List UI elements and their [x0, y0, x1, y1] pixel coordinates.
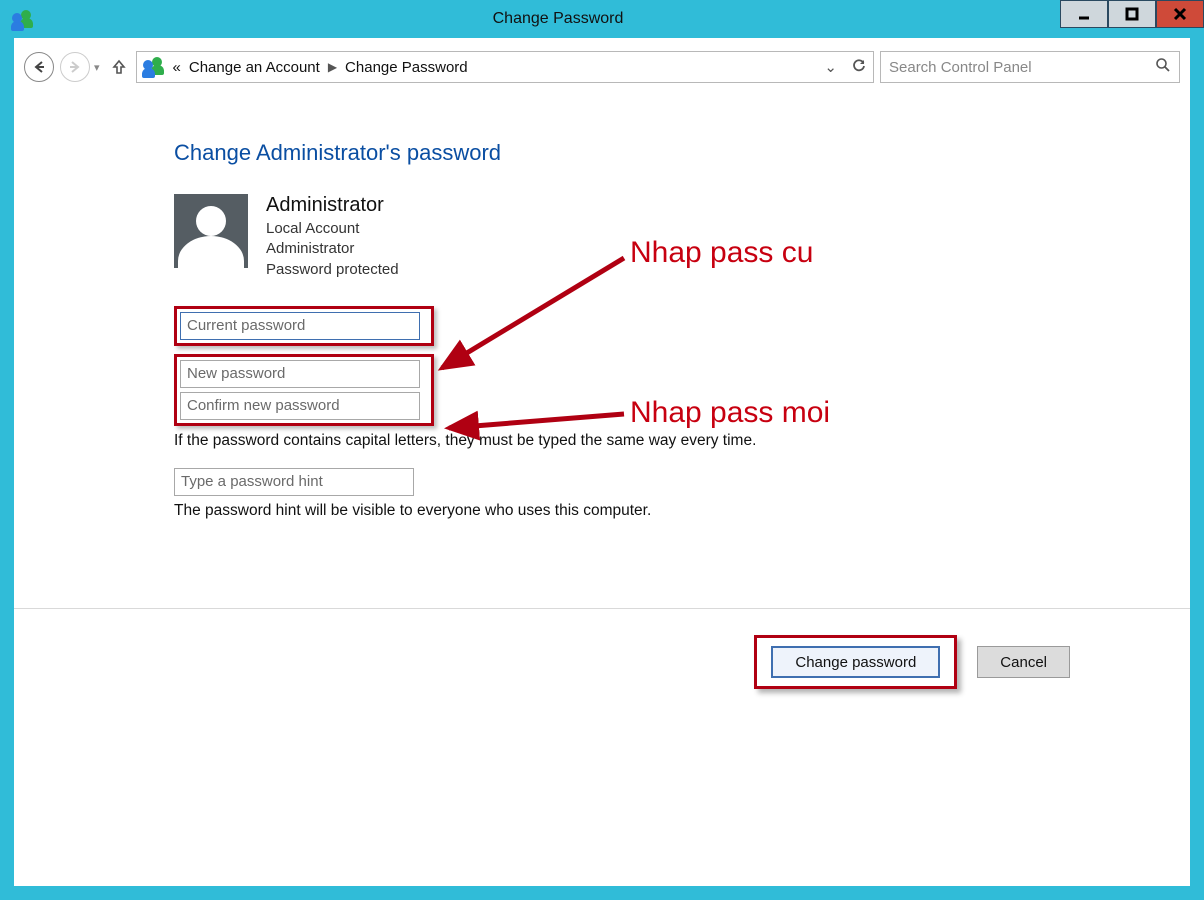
history-dropdown-icon[interactable]: ▾	[94, 61, 100, 74]
window-frame: Change Password ▾ « Change a	[0, 0, 1204, 900]
content-pane: Change Administrator's password Administ…	[14, 100, 1190, 886]
annotation-box-current	[174, 306, 434, 346]
search-placeholder: Search Control Panel	[889, 59, 1032, 76]
button-bar: Change password Cancel	[14, 608, 1190, 715]
window-title: Change Password	[32, 10, 1084, 28]
annotation-box-change-button: Change password	[754, 635, 957, 689]
breadcrumb-parent[interactable]: Change an Account	[189, 59, 320, 76]
change-password-button[interactable]: Change password	[771, 646, 940, 678]
hint-help-text: The password hint will be visible to eve…	[174, 502, 1190, 520]
cancel-button[interactable]: Cancel	[977, 646, 1070, 678]
maximize-button[interactable]	[1108, 0, 1156, 28]
password-hint-field[interactable]	[174, 468, 414, 496]
breadcrumb-current[interactable]: Change Password	[345, 59, 468, 76]
address-dropdown-icon[interactable]: ⌄	[824, 58, 837, 76]
user-role: Administrator	[266, 239, 399, 259]
forward-button[interactable]	[60, 52, 90, 82]
refresh-icon[interactable]	[851, 57, 867, 77]
user-password-state: Password protected	[266, 260, 399, 280]
close-button[interactable]	[1156, 0, 1204, 28]
user-accounts-icon	[12, 9, 32, 29]
confirm-password-field[interactable]	[180, 392, 420, 420]
user-summary: Administrator Local Account Administrato…	[174, 194, 1190, 280]
client-area: ▾ « Change an Account ▶ Change Password …	[14, 38, 1190, 886]
user-account-type: Local Account	[266, 219, 399, 239]
new-password-field[interactable]	[180, 360, 420, 388]
minimize-button[interactable]	[1060, 0, 1108, 28]
current-password-field[interactable]	[180, 312, 420, 340]
address-bar[interactable]: « Change an Account ▶ Change Password ⌄	[136, 51, 874, 83]
title-bar[interactable]: Change Password	[0, 0, 1204, 38]
annotation-box-new	[174, 354, 434, 426]
up-button[interactable]	[108, 56, 130, 78]
user-accounts-icon	[143, 56, 165, 78]
search-input[interactable]: Search Control Panel	[880, 51, 1180, 83]
search-icon[interactable]	[1155, 57, 1171, 77]
back-button[interactable]	[24, 52, 54, 82]
avatar	[174, 194, 248, 268]
navigation-bar: ▾ « Change an Account ▶ Change Password …	[14, 46, 1190, 88]
chevron-right-icon[interactable]: ▶	[328, 60, 337, 74]
page-title: Change Administrator's password	[174, 140, 1190, 166]
user-name: Administrator	[266, 194, 399, 217]
breadcrumb-prefix: «	[173, 59, 181, 76]
capitals-help-text: If the password contains capital letters…	[174, 432, 1190, 450]
